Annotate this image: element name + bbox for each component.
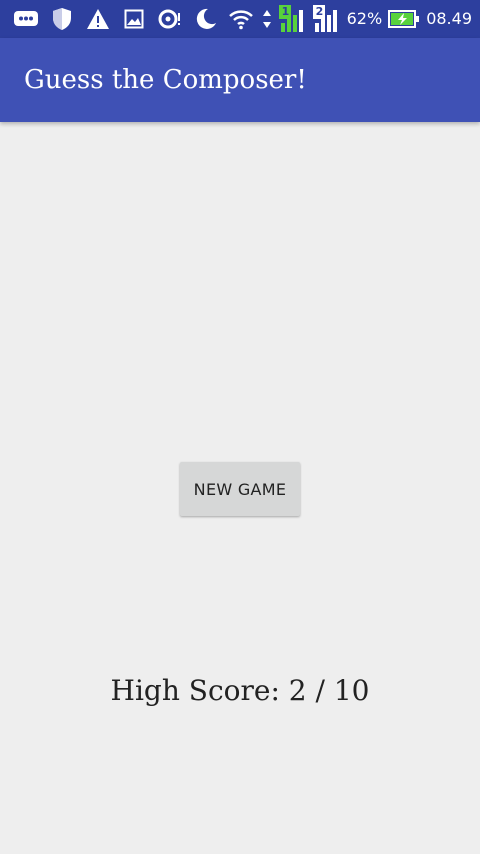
- shield-icon: [48, 5, 76, 33]
- moon-icon: [192, 5, 220, 33]
- clock-time: 08.49: [426, 9, 472, 28]
- data-transfer-icon: [261, 5, 273, 33]
- wifi-icon: [227, 5, 255, 33]
- notification-icons: [12, 5, 220, 33]
- status-bar: 1 2 62% 08.49: [0, 0, 480, 38]
- app-bar: Guess the Composer!: [0, 38, 480, 122]
- sim2-signal-icon: 2: [312, 5, 341, 33]
- high-score-label: High Score: 2 / 10: [110, 674, 370, 707]
- sync-alert-icon: [156, 5, 184, 33]
- message-icon: [12, 5, 40, 33]
- sim1-signal-icon: 1: [278, 5, 307, 33]
- warning-icon: [84, 5, 112, 33]
- sim1-label: 1: [281, 5, 290, 18]
- app-title: Guess the Composer!: [24, 65, 307, 95]
- system-status-icons: 1 2 62% 08.49: [227, 5, 472, 33]
- battery-charging-icon: [388, 5, 420, 33]
- battery-percent: 62%: [346, 9, 383, 28]
- image-icon: [120, 5, 148, 33]
- new-game-button[interactable]: NEW GAME: [180, 462, 300, 516]
- sim2-label: 2: [315, 5, 324, 18]
